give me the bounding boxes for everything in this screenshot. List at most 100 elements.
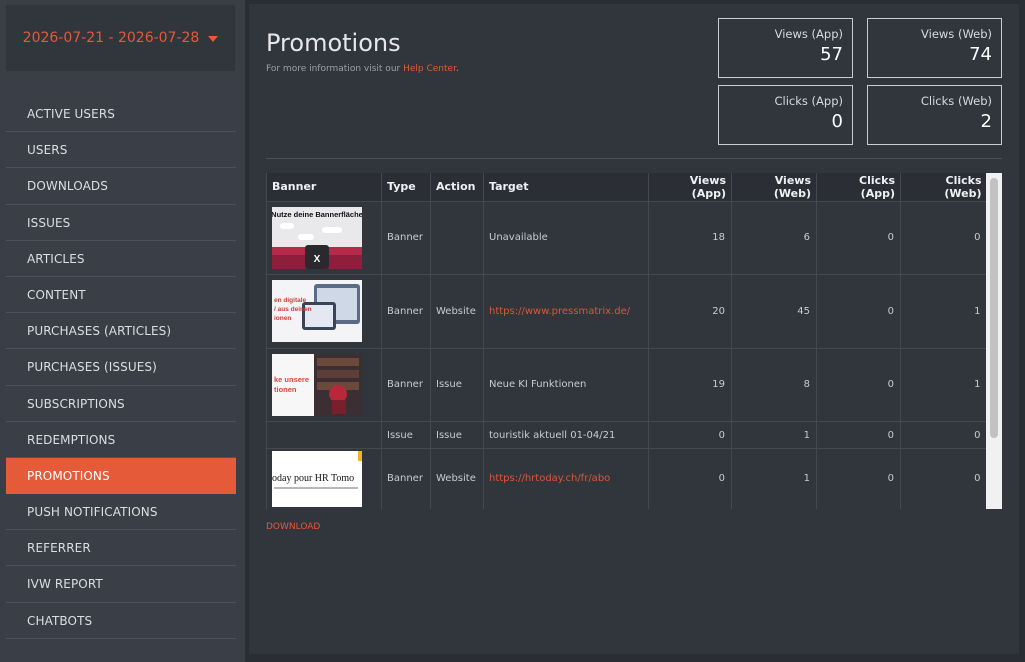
action-cell: Website (430, 448, 484, 509)
clicks-web-cell: 0 (900, 200, 987, 275)
type-cell: Banner (381, 448, 431, 509)
sidebar-item-push-notifications[interactable]: PUSH NOTIFICATIONS (6, 494, 236, 531)
stat-value: 57 (820, 44, 843, 65)
clicks-app-cell: 0 (816, 347, 901, 422)
subtitle-suffix: . (455, 64, 459, 74)
svg-text:ionen: ionen (274, 315, 291, 322)
col-header-target[interactable]: Target (483, 173, 649, 201)
table-row: en digitale / aus deinen ionen Banner We… (266, 274, 987, 348)
banner-thumbnail: X Nutze deine Bannerfläche (272, 206, 362, 269)
stat-views-web: Views (Web) 74 (867, 18, 1002, 78)
sidebar-item-redemptions[interactable]: REDEMPTIONS (6, 422, 236, 458)
sidebar: 2026-07-21 - 2026-07-28 ACTIVE USERS USE… (0, 0, 245, 662)
views-web-cell: 8 (731, 347, 817, 422)
sidebar-item-purchases-issues[interactable]: PURCHASES (ISSUES) (6, 349, 236, 386)
stat-value: 0 (831, 111, 843, 132)
target-cell: Unavailable (483, 200, 649, 275)
views-web-cell: 6 (731, 200, 817, 275)
scrollbar-thumb[interactable] (990, 178, 998, 438)
stat-label: Clicks (Web) (920, 94, 992, 108)
banner-cell (266, 421, 382, 449)
stat-label: Clicks (App) (774, 94, 844, 108)
svg-text:ke unsere: ke unsere (274, 375, 309, 384)
banner-cell: oday pour HR Tomo (266, 448, 382, 509)
sidebar-item-issues[interactable]: ISSUES (6, 205, 236, 241)
date-range-label: 2026-07-21 - 2026-07-28 (22, 30, 200, 46)
banner-cell: en digitale / aus deinen ionen (266, 274, 382, 348)
banner-thumbnail: oday pour HR Tomo (272, 450, 362, 507)
divider (266, 158, 1002, 159)
promotions-table-container[interactable]: Banner Type Action Target Views (App) Vi… (266, 173, 1002, 509)
stat-clicks-app: Clicks (App) 0 (718, 85, 853, 145)
sidebar-item-articles[interactable]: ARTICLES (6, 241, 236, 277)
col-header-action[interactable]: Action (430, 173, 484, 201)
col-header-views-app[interactable]: Views (App) (648, 173, 732, 201)
action-cell (430, 200, 484, 275)
target-link[interactable]: https://www.pressmatrix.de/ (483, 274, 649, 348)
type-cell: Issue (381, 421, 431, 449)
table-header-row: Banner Type Action Target Views (App) Vi… (266, 173, 987, 201)
table-row: ke unsere tionen Banner Issue Neue KI Fu… (266, 347, 987, 422)
stat-value: 74 (969, 44, 992, 65)
stat-label: Views (Web) (921, 27, 992, 41)
table-scrollbar[interactable] (986, 173, 1002, 509)
stat-clicks-web: Clicks (Web) 2 (867, 85, 1002, 145)
banner-cell: ke unsere tionen (266, 347, 382, 422)
views-web-cell: 1 (731, 421, 817, 449)
sidebar-item-promotions[interactable]: PROMOTIONS (6, 457, 236, 495)
type-cell: Banner (381, 347, 431, 422)
svg-text:/ aus deinen: / aus deinen (274, 306, 312, 313)
target-link[interactable]: https://hrtoday.ch/fr/abo (483, 448, 649, 509)
clicks-app-cell: 0 (816, 200, 901, 275)
table-row: Issue Issue touristik aktuell 01-04/21 0… (266, 421, 987, 449)
sidebar-item-subscriptions[interactable]: SUBSCRIPTIONS (6, 386, 236, 422)
banner-cell: X Nutze deine Bannerfläche (266, 200, 382, 275)
table-row: oday pour HR Tomo Banner Website https:/… (266, 448, 987, 509)
svg-text:en digitale: en digitale (274, 297, 307, 304)
col-header-banner[interactable]: Banner (266, 173, 382, 201)
action-cell: Issue (430, 421, 484, 449)
banner-thumb-text: Nutze deine Bannerfläche (272, 210, 362, 219)
caret-down-icon (208, 35, 219, 42)
action-cell: Website (430, 274, 484, 348)
svg-text:tionen: tionen (274, 385, 297, 394)
subtitle-text: For more information visit our (266, 64, 404, 74)
clicks-web-cell: 0 (900, 421, 987, 449)
banner-thumb-text: oday pour HR Tomo (272, 473, 354, 484)
views-app-cell: 0 (648, 421, 732, 449)
col-header-clicks-app[interactable]: Clicks (App) (816, 173, 901, 201)
page-subtitle: For more information visit our Help Cent… (266, 64, 459, 74)
col-header-clicks-web[interactable]: Clicks (Web) (900, 173, 987, 201)
table-row: X Nutze deine Bannerfläche Banner Unavai… (266, 200, 987, 275)
sidebar-item-referrer[interactable]: REFERRER (6, 530, 236, 567)
banner-thumbnail: en digitale / aus deinen ionen (272, 280, 362, 343)
col-header-views-web[interactable]: Views (Web) (731, 173, 817, 201)
sidebar-item-ivw-report[interactable]: IVW REPORT (6, 566, 236, 603)
help-center-link[interactable]: Help Center (403, 64, 456, 74)
sidebar-item-active-users[interactable]: ACTIVE USERS (6, 96, 236, 133)
main-panel: Promotions For more information visit ou… (249, 4, 1019, 654)
target-cell: touristik aktuell 01-04/21 (483, 421, 649, 449)
download-link[interactable]: DOWNLOAD (266, 522, 320, 532)
views-app-cell: 0 (648, 448, 732, 509)
stat-views-app: Views (App) 57 (718, 18, 853, 78)
target-cell: Neue KI Funktionen (483, 347, 649, 422)
type-cell: Banner (381, 274, 431, 348)
sidebar-item-purchases-articles[interactable]: PURCHASES (ARTICLES) (6, 313, 236, 350)
clicks-web-cell: 1 (900, 347, 987, 422)
banner-thumbnail: ke unsere tionen (272, 353, 362, 416)
page-title: Promotions (266, 29, 401, 57)
action-cell: Issue (430, 347, 484, 422)
sidebar-item-content[interactable]: CONTENT (6, 277, 236, 314)
sidebar-item-users[interactable]: USERS (6, 132, 236, 169)
promotions-table: Banner Type Action Target Views (App) Vi… (266, 173, 987, 509)
stat-value: 2 (980, 111, 992, 132)
svg-text:X: X (314, 254, 321, 265)
date-range-picker[interactable]: 2026-07-21 - 2026-07-28 (6, 5, 235, 71)
sidebar-item-chatbots[interactable]: CHATBOTS (6, 603, 236, 639)
clicks-app-cell: 0 (816, 448, 901, 509)
sidebar-item-downloads[interactable]: DOWNLOADS (6, 168, 236, 205)
type-cell: Banner (381, 200, 431, 275)
col-header-type[interactable]: Type (381, 173, 431, 201)
clicks-web-cell: 0 (900, 448, 987, 509)
